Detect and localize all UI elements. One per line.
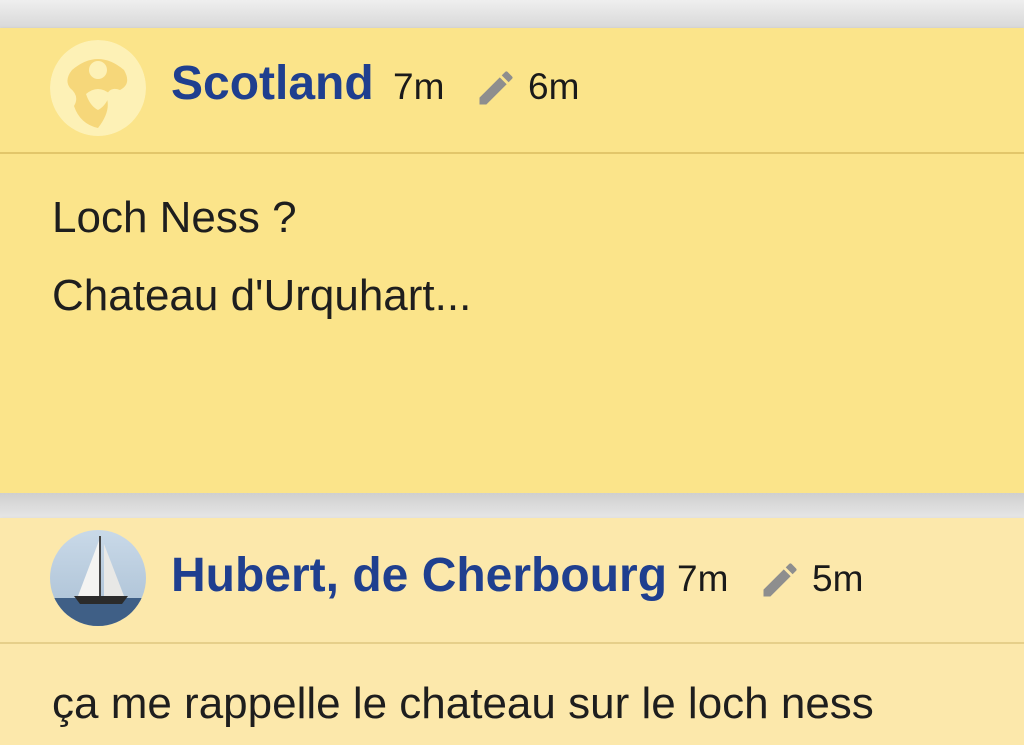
post-header: Hubert, de Cherbourg 7m 5m [0, 518, 1024, 644]
post-body-line: Loch Ness ? [52, 193, 297, 242]
post-time: 7m [393, 66, 445, 107]
post-card-hubert[interactable]: Hubert, de Cherbourg 7m 5m ça me rappell… [0, 518, 1024, 745]
post-author-name[interactable]: Scotland [171, 56, 374, 112]
pencil-icon [763, 563, 797, 597]
post-edited-time: 6m [528, 66, 580, 107]
post-body-line: Chateau d'Urquhart... [52, 271, 472, 320]
post-body-line: ça me rappelle le chateau sur le loch ne… [52, 679, 874, 728]
card-separator [0, 493, 1024, 518]
sailboat-avatar-icon[interactable] [50, 530, 146, 626]
post-card-scotland[interactable]: Scotland 7m 6m Loch Ness ? Chateau d'Urq… [0, 28, 1024, 493]
post-edited-time: 5m [812, 558, 864, 599]
post-author-name[interactable]: Hubert, de Cherbourg [171, 548, 667, 604]
post-feed: Scotland 7m 6m Loch Ness ? Chateau d'Urq… [0, 0, 1024, 745]
feed-top-divider [0, 0, 1024, 28]
pencil-icon [479, 71, 513, 105]
scotland-avatar-icon[interactable] [50, 40, 146, 136]
post-header: Scotland 7m 6m [0, 28, 1024, 154]
post-time: 7m [677, 558, 729, 599]
